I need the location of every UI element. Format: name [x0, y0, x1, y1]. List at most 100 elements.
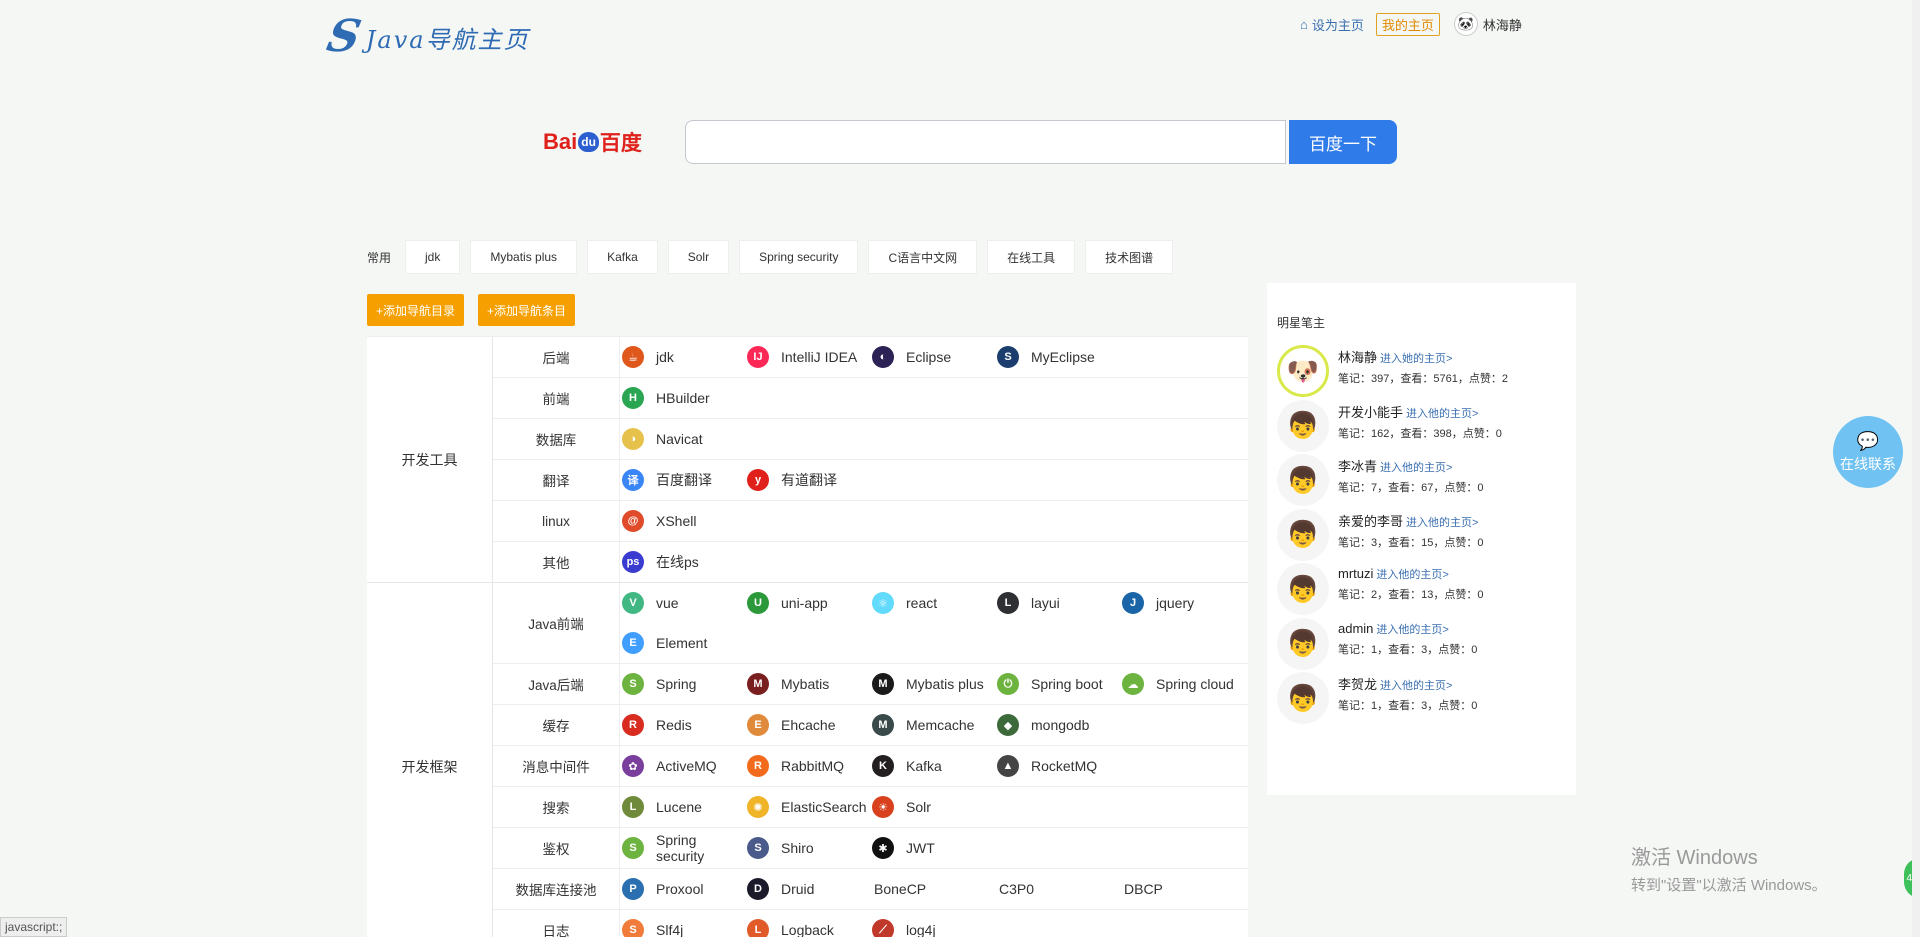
- author-home-link[interactable]: 进入他的主页>: [1376, 569, 1448, 581]
- nav-link[interactable]: DBCP: [1120, 869, 1245, 909]
- nav-link[interactable]: ⚛ react: [870, 583, 995, 623]
- user-menu[interactable]: 🐼 林海静: [1453, 12, 1522, 36]
- author-info: mrtuzi 进入他的主页> 笔记：2，查看：13，点赞：0: [1338, 565, 1483, 615]
- online-contact-button[interactable]: 💬 在线联系: [1833, 416, 1903, 488]
- nav-link[interactable]: ▲ RocketMQ: [995, 746, 1120, 786]
- nav-link-label: MyEclipse: [1031, 349, 1095, 365]
- nav-link[interactable]: ⏻ Spring boot: [995, 664, 1120, 704]
- nav-link[interactable]: S Shiro: [745, 828, 870, 868]
- author-avatar[interactable]: 👦: [1277, 454, 1329, 506]
- user-avatar: 🐼: [1453, 12, 1478, 36]
- youdao-icon: y: [747, 469, 769, 491]
- nav-link[interactable]: ✺ ElasticSearch: [745, 787, 870, 827]
- site-logo[interactable]: S Java导航主页: [323, 11, 530, 62]
- nav-link[interactable]: ✱ JWT: [870, 828, 995, 868]
- nav-link-label: ElasticSearch: [781, 799, 867, 815]
- nav-link[interactable]: y 有道翻译: [745, 460, 870, 500]
- nav-subcategory-items: 译百度翻译 y 有道翻译: [620, 460, 1248, 500]
- author-home-link[interactable]: 进入他的主页>: [1380, 462, 1452, 474]
- author-avatar[interactable]: 👦: [1277, 617, 1329, 670]
- author-avatar[interactable]: 👦: [1277, 672, 1329, 724]
- nav-link[interactable]: Llayui: [995, 583, 1120, 623]
- nav-subcategory: 日志 S Slf4j L Logback ⟋ log4j: [493, 910, 1248, 937]
- redis-icon: R: [622, 714, 644, 736]
- common-link[interactable]: 在线工具: [987, 240, 1076, 274]
- author-avatar[interactable]: 🐶: [1277, 345, 1329, 397]
- nav-link[interactable]: E Ehcache: [745, 705, 870, 745]
- add-item-button[interactable]: +添加导航条目: [478, 294, 576, 326]
- nav-subcategory-name: 搜索: [493, 787, 620, 827]
- nav-link[interactable]: M Mybatis plus: [870, 664, 995, 704]
- nav-link[interactable]: M Memcache: [870, 705, 995, 745]
- nav-link[interactable]: S MyEclipse: [995, 337, 1120, 377]
- nav-link[interactable]: M Mybatis: [745, 664, 870, 704]
- common-link[interactable]: 技术图谱: [1085, 240, 1174, 274]
- nav-link[interactable]: H HBuilder: [620, 378, 745, 418]
- ps-icon: ps: [622, 551, 644, 573]
- common-link[interactable]: Spring security: [739, 240, 859, 274]
- nav-link-label: HBuilder: [656, 390, 710, 406]
- author-avatar[interactable]: 👦: [1277, 508, 1329, 561]
- nav-link-label: layui: [1031, 595, 1060, 611]
- baidu-logo: Bai du 百度: [543, 127, 673, 157]
- author-home-link[interactable]: 进入他的主页>: [1380, 680, 1452, 692]
- nav-subcategory-items: L Lucene ✺ ElasticSearch ☀ Solr: [620, 787, 1248, 827]
- nav-link[interactable]: ⟋ log4j: [870, 910, 995, 937]
- set-home-link[interactable]: ⌂ 设为主页: [1300, 15, 1364, 34]
- my-home-button[interactable]: 我的主页: [1375, 12, 1440, 36]
- nav-link[interactable]: L Lucene: [620, 787, 745, 827]
- nav-link[interactable]: C3P0: [995, 869, 1120, 909]
- nav-link[interactable]: ☀ Solr: [870, 787, 995, 827]
- nav-link[interactable]: Uuni-app: [745, 583, 870, 623]
- add-category-button[interactable]: +添加导航目录: [367, 294, 465, 326]
- nav-link[interactable]: K Kafka: [870, 746, 995, 786]
- author-home-link[interactable]: 进入他的主页>: [1406, 517, 1478, 529]
- ehcache-icon: E: [747, 714, 769, 736]
- search-input[interactable]: [685, 120, 1286, 164]
- nav-category-body: 后端 ☕ jdk IJ IntelliJ IDEA ◐ Eclipse S MyEclipse 前…: [493, 337, 1248, 582]
- nav-link[interactable]: R RabbitMQ: [745, 746, 870, 786]
- nav-link[interactable]: ☕ jdk: [620, 337, 745, 377]
- nav-link[interactable]: BoneCP: [870, 869, 995, 909]
- nav-link[interactable]: ✿ ActiveMQ: [620, 746, 745, 786]
- common-link[interactable]: jdk: [405, 240, 461, 274]
- nav-link[interactable]: S Spring security: [620, 828, 745, 868]
- scrollbar[interactable]: [1912, 0, 1920, 937]
- nav-link[interactable]: S Slf4j: [620, 910, 745, 937]
- author-name: mrtuzi: [1338, 566, 1374, 581]
- nav-link[interactable]: D Druid: [745, 869, 870, 909]
- nav-link[interactable]: E Element: [620, 623, 745, 663]
- nav-link[interactable]: 译百度翻译: [620, 460, 745, 500]
- nav-link[interactable]: L Logback: [745, 910, 870, 937]
- author-home-link[interactable]: 进入他的主页>: [1406, 408, 1478, 420]
- nav-link-label: Proxool: [656, 881, 704, 897]
- author-home-link[interactable]: 进入他的主页>: [1376, 624, 1448, 636]
- common-link[interactable]: C语言中文网: [868, 240, 978, 274]
- nav-link[interactable]: @ XShell: [620, 501, 745, 541]
- author-stats: 笔记：1，查看：3，点赞：0: [1338, 643, 1478, 656]
- nav-link[interactable]: IJ IntelliJ IDEA: [745, 337, 870, 377]
- search-button[interactable]: 百度一下: [1289, 120, 1397, 164]
- common-link[interactable]: Mybatis plus: [470, 240, 578, 274]
- nav-subcategory-name: 翻译: [493, 460, 620, 500]
- baidu-translate-icon: 译: [622, 469, 644, 491]
- spring-cloud-icon: ☁: [1122, 673, 1144, 695]
- common-link[interactable]: Solr: [667, 240, 730, 274]
- common-link[interactable]: Kafka: [587, 240, 658, 274]
- nav-link[interactable]: P Proxool: [620, 869, 745, 909]
- author-home-link[interactable]: 进入她的主页>: [1380, 353, 1452, 365]
- nav-link[interactable]: ◑ Navicat: [620, 419, 745, 459]
- nav-subcategory: 搜索 L Lucene ✺ ElasticSearch ☀ Solr: [493, 787, 1248, 828]
- nav-subcategory-name: 前端: [493, 378, 620, 418]
- author-avatar[interactable]: 👦: [1277, 399, 1329, 452]
- nav-link[interactable]: Vvue: [620, 583, 745, 623]
- nav-link[interactable]: Jjquery: [1120, 583, 1245, 623]
- nav-link[interactable]: ☁ Spring cloud: [1120, 664, 1245, 704]
- nav-link[interactable]: ◆ mongodb: [995, 705, 1120, 745]
- nav-link[interactable]: ps 在线ps: [620, 542, 745, 582]
- nav-link[interactable]: S Spring: [620, 664, 745, 704]
- nav-link[interactable]: ◐ Eclipse: [870, 337, 995, 377]
- nav-link[interactable]: R Redis: [620, 705, 745, 745]
- author-avatar[interactable]: 👦: [1277, 563, 1329, 615]
- nav-subcategory-items: S Spring security S Shiro ✱ JWT: [620, 828, 1248, 868]
